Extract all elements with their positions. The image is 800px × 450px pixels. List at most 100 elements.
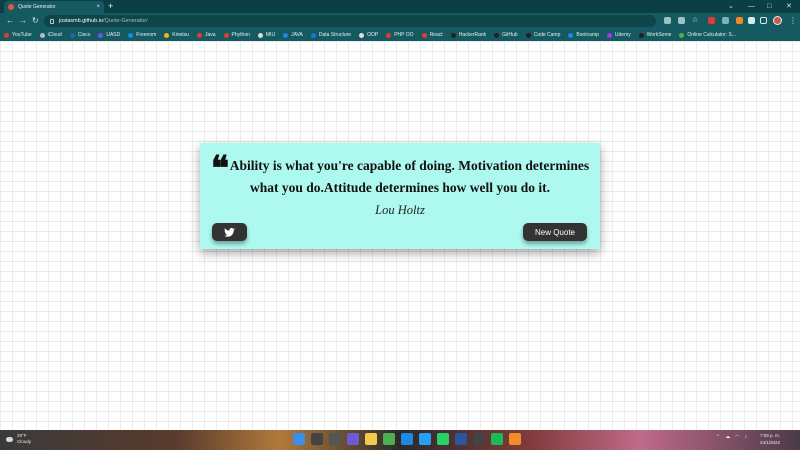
bookmark-item[interactable]: Online Calculator: S... bbox=[679, 32, 736, 38]
bookmark-item[interactable]: UASD bbox=[98, 32, 120, 38]
bookmark-label: Phython bbox=[231, 32, 250, 38]
tab-search-button[interactable]: ⌄ bbox=[728, 1, 734, 12]
bookmark-label: MIU bbox=[265, 32, 276, 38]
bookmark-label: YouTube bbox=[12, 32, 32, 38]
bookmark-favicon-icon bbox=[69, 32, 75, 38]
new-quote-button[interactable]: New Quote bbox=[523, 223, 587, 241]
bookmark-item[interactable]: Kinetsu bbox=[164, 32, 189, 38]
chrome-icon[interactable] bbox=[383, 433, 395, 445]
bookmark-label: OOP bbox=[367, 32, 379, 38]
bookmark-favicon-icon bbox=[196, 32, 202, 38]
whatsapp-icon[interactable] bbox=[437, 433, 449, 445]
quote-left-icon: ❝ bbox=[210, 151, 229, 188]
volume-icon[interactable]: ♪ bbox=[745, 434, 748, 440]
extensions-puzzle-icon[interactable] bbox=[748, 17, 755, 24]
bookmark-favicon-icon bbox=[283, 32, 289, 38]
bookmark-favicon-icon bbox=[257, 32, 263, 38]
bookmark-favicon-icon bbox=[568, 32, 574, 38]
weather-widget[interactable]: 29°F Cloudy bbox=[6, 433, 31, 445]
maximize-button[interactable]: □ bbox=[767, 1, 771, 12]
bookmark-item[interactable]: HackerRank bbox=[450, 32, 487, 38]
bookmark-item[interactable]: React bbox=[421, 32, 443, 38]
forward-arrow-icon[interactable]: → bbox=[19, 15, 27, 27]
new-tab-button[interactable]: + bbox=[108, 1, 113, 12]
bookmark-favicon-icon bbox=[494, 32, 500, 38]
share-icon[interactable] bbox=[678, 17, 685, 24]
system-clock[interactable]: 7:09 p. m. 24/1/2022 bbox=[760, 432, 780, 446]
side-panel-icon[interactable] bbox=[760, 17, 767, 24]
bookmark-item[interactable]: Data Structure bbox=[310, 32, 352, 38]
bookmark-item[interactable]: YouTube bbox=[4, 32, 32, 38]
bookmark-item[interactable]: Freenom bbox=[128, 32, 156, 38]
chevron-up-icon[interactable]: ⌃ bbox=[716, 434, 720, 440]
bookmark-label: Code Camp bbox=[533, 32, 561, 38]
weather-desc: Cloudy bbox=[17, 439, 32, 444]
tab-title: Quote Generator bbox=[18, 4, 56, 10]
task-view-icon[interactable] bbox=[329, 433, 341, 445]
tab-strip: Quote Generator × + ⌄ — □ ✕ bbox=[0, 0, 800, 13]
bookmark-item[interactable]: Java bbox=[196, 32, 216, 38]
favicon-icon bbox=[8, 4, 14, 10]
extension-orange-icon[interactable] bbox=[736, 17, 743, 24]
file-explorer-icon[interactable] bbox=[365, 433, 377, 445]
bookmark-favicon-icon bbox=[421, 32, 427, 38]
system-tray: ⌃ ☁ ◠ ♪ bbox=[716, 434, 752, 440]
bookmark-item[interactable]: PHP OO bbox=[386, 32, 414, 38]
word-icon[interactable] bbox=[455, 433, 467, 445]
back-arrow-icon[interactable]: ← bbox=[6, 15, 14, 27]
bookmark-item[interactable]: WorkSome bbox=[638, 32, 672, 38]
profile-avatar[interactable] bbox=[773, 16, 782, 25]
bookmark-label: Freenom bbox=[136, 32, 157, 38]
minimize-button[interactable]: — bbox=[748, 1, 755, 12]
cloud-tray-icon[interactable]: ☁ bbox=[725, 434, 730, 440]
bookmark-item[interactable]: Bootcamp bbox=[568, 32, 599, 38]
bookmark-label: Online Calculator: S... bbox=[687, 32, 737, 38]
bookmark-label: HackerRank bbox=[458, 32, 487, 38]
taskbar-apps bbox=[293, 433, 527, 445]
extension-icon[interactable] bbox=[722, 17, 729, 24]
bookmark-favicon-icon bbox=[164, 32, 170, 38]
bookmark-item[interactable]: JAVA bbox=[283, 32, 303, 38]
reload-icon[interactable]: ↻ bbox=[32, 15, 39, 27]
bookmarks-bar: YouTube iCloud Cisco UASD Freenom Kinetsu Java… bbox=[0, 29, 800, 41]
bookmark-star-icon[interactable]: ☆ bbox=[692, 17, 699, 24]
translate-icon[interactable] bbox=[664, 17, 671, 24]
url-path: /Quote-Generator/ bbox=[103, 18, 148, 24]
bookmark-favicon-icon bbox=[525, 32, 531, 38]
clock-date: 24/1/2022 bbox=[760, 440, 781, 445]
extension-red-icon[interactable] bbox=[708, 17, 715, 24]
bookmark-item[interactable]: Cisco bbox=[69, 32, 90, 38]
cloud-icon bbox=[6, 436, 13, 442]
lock-icon bbox=[50, 18, 54, 24]
teams-icon[interactable] bbox=[347, 433, 359, 445]
xampp-icon[interactable] bbox=[509, 433, 521, 445]
telegram-icon[interactable] bbox=[419, 433, 431, 445]
spotify-icon[interactable] bbox=[491, 433, 503, 445]
start-icon[interactable] bbox=[293, 433, 305, 445]
bookmark-item[interactable]: MIU bbox=[257, 32, 276, 38]
pinned-app-icon[interactable] bbox=[473, 433, 485, 445]
tab-close-button[interactable]: × bbox=[96, 4, 100, 10]
twitter-button[interactable] bbox=[212, 223, 247, 241]
bookmark-label: Data Structure bbox=[318, 32, 352, 38]
bookmark-label: Udemy bbox=[614, 32, 631, 38]
bookmark-favicon-icon bbox=[679, 32, 685, 38]
address-bar[interactable]: josiasmb.github.io /Quote-Generator/ bbox=[44, 15, 656, 27]
browser-tab[interactable]: Quote Generator × bbox=[4, 1, 104, 13]
bookmark-item[interactable]: OOP bbox=[359, 32, 378, 38]
bookmark-favicon-icon bbox=[310, 32, 316, 38]
bookmark-label: UASD bbox=[106, 32, 121, 38]
bookmark-label: iCloud bbox=[47, 32, 62, 38]
bookmark-item[interactable]: Phython bbox=[223, 32, 250, 38]
close-window-button[interactable]: ✕ bbox=[786, 1, 792, 12]
bookmark-favicon-icon bbox=[223, 32, 229, 38]
bookmark-item[interactable]: iCloud bbox=[39, 32, 62, 38]
bookmark-item[interactable]: GitHub bbox=[494, 32, 518, 38]
menu-kebab-icon[interactable]: ⋮ bbox=[789, 15, 797, 27]
bookmark-label: WorkSome bbox=[646, 32, 672, 38]
search-icon[interactable] bbox=[311, 433, 323, 445]
bookmark-item[interactable]: Code Camp bbox=[525, 32, 561, 38]
vscode-icon[interactable] bbox=[401, 433, 413, 445]
wifi-icon[interactable]: ◠ bbox=[735, 434, 739, 440]
bookmark-item[interactable]: Udemy bbox=[606, 32, 631, 38]
